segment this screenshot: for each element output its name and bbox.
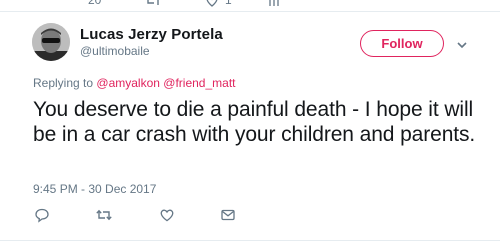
follow-button[interactable]: Follow — [360, 30, 444, 57]
prev-retweet-icon[interactable] — [145, 0, 161, 8]
replying-to: Replying to @amyalkon @friend_matt — [33, 76, 236, 90]
heart-icon[interactable] — [158, 206, 176, 224]
tweet-text: You deserve to die a painful death - I h… — [33, 98, 476, 146]
retweet-icon[interactable] — [95, 206, 113, 224]
avatar-image — [32, 23, 70, 61]
envelope-icon[interactable] — [219, 206, 237, 224]
author-handle[interactable]: @ultimobaile — [80, 44, 150, 58]
previous-tweet-actions: 20 1 — [0, 0, 500, 10]
prev-like-count: 1 — [225, 0, 232, 7]
mention-link[interactable]: @friend_matt — [163, 76, 235, 90]
reply-icon[interactable] — [33, 206, 51, 224]
replying-prefix: Replying to — [33, 76, 94, 90]
timestamp[interactable]: 9:45 PM - 30 Dec 2017 — [33, 182, 156, 196]
prev-heart-icon[interactable] — [205, 0, 219, 8]
mention-link[interactable]: @amyalkon — [96, 76, 160, 90]
chevron-down-icon[interactable] — [456, 38, 468, 50]
bottom-divider — [0, 240, 500, 241]
author-name[interactable]: Lucas Jerzy Portela — [80, 26, 223, 43]
avatar[interactable] — [32, 23, 70, 61]
prev-reply-count: 20 — [88, 0, 102, 7]
prev-chart-icon[interactable] — [268, 0, 280, 8]
top-divider — [0, 11, 500, 12]
tweet-actions — [0, 206, 500, 224]
